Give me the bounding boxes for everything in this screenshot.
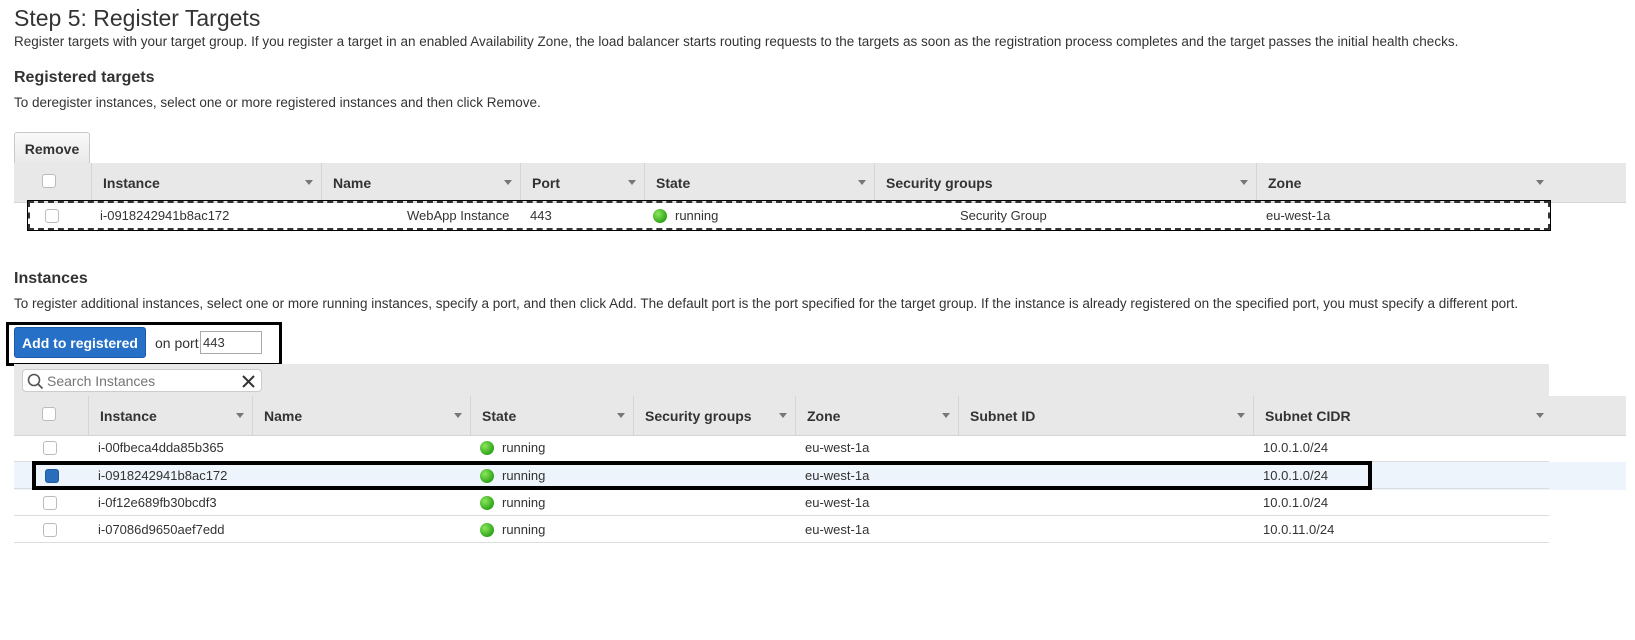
instance-state: running — [480, 434, 545, 462]
sort-caret-icon — [236, 413, 244, 418]
sort-caret-icon — [1237, 413, 1245, 418]
remove-button[interactable]: Remove — [14, 132, 90, 165]
registered-targets-title: Registered targets — [14, 69, 155, 86]
column-header-subnet-cidr[interactable]: Subnet CIDR — [1253, 396, 1552, 436]
sort-caret-icon — [858, 180, 866, 185]
sort-caret-icon — [628, 180, 636, 185]
column-header-name[interactable]: Name — [252, 396, 470, 436]
sort-caret-icon — [504, 180, 512, 185]
sort-caret-icon — [617, 413, 625, 418]
column-header-security-groups[interactable]: Security groups — [874, 163, 1256, 203]
column-header-port[interactable]: Port — [520, 163, 644, 203]
page-title: Step 5: Register Targets — [14, 5, 261, 31]
column-header-name[interactable]: Name — [321, 163, 520, 203]
table-row[interactable]: i-0f12e689fb30bcdf3 running eu-west-1a 1… — [14, 489, 1626, 517]
search-toolbar — [14, 364, 1549, 397]
column-header-state[interactable]: State — [470, 396, 633, 436]
search-input[interactable] — [47, 371, 232, 390]
column-header-state[interactable]: State — [644, 163, 874, 203]
running-status-icon — [480, 496, 494, 510]
registered-table-header: Instance Name Port State Security groups… — [14, 163, 1626, 203]
on-port-label: on port — [155, 335, 199, 351]
column-header-subnet-id[interactable]: Subnet ID — [958, 396, 1253, 436]
column-header-zone[interactable]: Zone — [1256, 163, 1552, 203]
sort-caret-icon — [942, 413, 950, 418]
subnet-cidr: 10.0.11.0/24 — [1263, 522, 1335, 537]
sort-caret-icon — [305, 180, 313, 185]
instance-state: running — [480, 516, 545, 544]
row-divider — [14, 542, 1549, 543]
highlight-box — [32, 461, 1372, 490]
highlight-box — [27, 200, 1551, 231]
search-icon — [27, 373, 44, 390]
instance-state: running — [480, 489, 545, 517]
table-row[interactable]: i-00fbeca4dda85b365 running eu-west-1a 1… — [14, 434, 1626, 462]
select-all-registered-checkbox[interactable] — [42, 174, 56, 188]
clear-search-icon[interactable] — [241, 374, 256, 389]
zone: eu-west-1a — [805, 440, 870, 455]
column-header-instance[interactable]: Instance — [91, 163, 321, 203]
page-description: Register targets with your target group.… — [14, 34, 1459, 49]
running-status-icon — [480, 441, 494, 455]
sort-caret-icon — [1240, 180, 1248, 185]
sort-caret-icon — [779, 413, 787, 418]
search-box[interactable] — [22, 369, 262, 392]
subnet-cidr: 10.0.1.0/24 — [1263, 495, 1329, 510]
column-header-zone[interactable]: Zone — [795, 396, 958, 436]
column-header-security-groups[interactable]: Security groups — [633, 396, 795, 436]
sort-caret-icon — [1536, 180, 1544, 185]
row-checkbox[interactable] — [43, 441, 57, 455]
zone: eu-west-1a — [805, 495, 870, 510]
instance-id: i-07086d9650aef7edd — [98, 522, 225, 537]
select-all-instances-checkbox[interactable] — [42, 407, 56, 421]
zone: eu-west-1a — [805, 522, 870, 537]
instances-description: To register additional instances, select… — [14, 296, 1519, 311]
row-checkbox[interactable] — [43, 496, 57, 510]
subnet-cidr: 10.0.1.0/24 — [1263, 440, 1329, 455]
instance-id: i-0f12e689fb30bcdf3 — [98, 495, 217, 510]
table-row[interactable]: i-07086d9650aef7edd running eu-west-1a 1… — [14, 516, 1626, 544]
sort-caret-icon — [454, 413, 462, 418]
registered-targets-description: To deregister instances, select one or m… — [14, 95, 541, 110]
row-checkbox[interactable] — [43, 523, 57, 537]
instances-table-header: Instance Name State Security groups Zone… — [14, 396, 1626, 436]
column-header-instance[interactable]: Instance — [88, 396, 252, 436]
sort-caret-icon — [1536, 413, 1544, 418]
add-to-registered-button[interactable]: Add to registered — [14, 327, 146, 358]
instance-id: i-00fbeca4dda85b365 — [98, 440, 224, 455]
instances-title: Instances — [14, 270, 88, 287]
running-status-icon — [480, 523, 494, 537]
port-input[interactable] — [200, 331, 262, 354]
